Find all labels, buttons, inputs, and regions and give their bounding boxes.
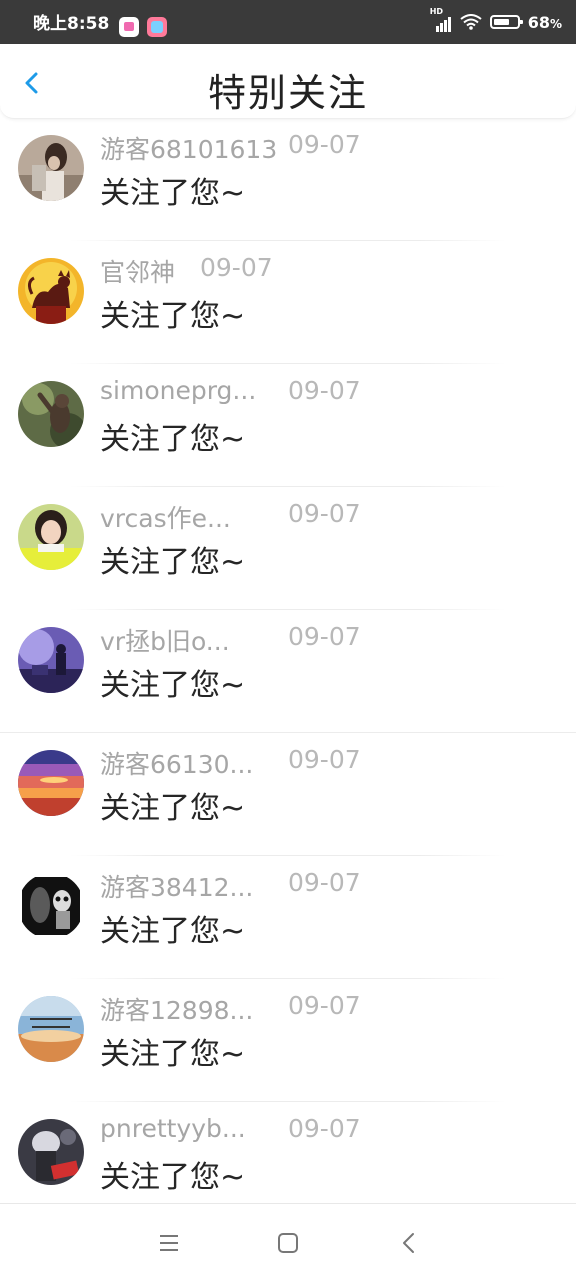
item-name: vr拯b旧o... xyxy=(100,627,230,656)
system-nav-bar xyxy=(0,1203,576,1281)
avatar[interactable] xyxy=(18,504,84,570)
item-date: 09-07 xyxy=(288,991,361,1020)
list-item[interactable]: 游客12898... 09-07 关注了您~ xyxy=(0,979,576,1102)
list-item[interactable]: 游客66130... 09-07 关注了您~ xyxy=(0,733,576,856)
avatar[interactable] xyxy=(18,750,84,816)
avatar[interactable] xyxy=(18,627,84,693)
home-button[interactable] xyxy=(273,1228,303,1258)
item-date: 09-07 xyxy=(288,622,361,651)
wifi-icon xyxy=(460,14,482,30)
item-name: vrcas作e... xyxy=(100,504,231,533)
network-label: HD xyxy=(429,7,444,16)
battery-percent: 68 xyxy=(527,12,550,32)
header: 特别关注 xyxy=(0,44,576,119)
item-date: 09-07 xyxy=(288,130,361,159)
menu-icon xyxy=(160,1235,178,1251)
item-date: 09-07 xyxy=(288,376,361,405)
menu-button[interactable] xyxy=(154,1228,184,1258)
item-date: 09-07 xyxy=(288,499,361,528)
list-item[interactable]: vrcas作e... 09-07 关注了您~ xyxy=(0,487,576,610)
item-message: 关注了您~ xyxy=(100,545,246,580)
item-name: 官邻神 xyxy=(100,258,176,287)
item-message: 关注了您~ xyxy=(100,668,246,703)
item-date: 09-07 xyxy=(288,868,361,897)
status-bar: 晚上8:58 HD 68% xyxy=(0,0,576,44)
signal-icon: HD xyxy=(430,7,452,32)
gallery-app-icon xyxy=(147,17,167,37)
item-name: 游客68101613 xyxy=(100,135,278,164)
list-item[interactable]: 游客68101613 09-07 关注了您~ xyxy=(0,118,576,241)
list-item[interactable]: 官邻神 09-07 关注了您~ xyxy=(0,241,576,364)
system-back-button[interactable] xyxy=(394,1228,424,1258)
avatar[interactable] xyxy=(18,258,84,324)
item-date: 09-07 xyxy=(288,745,361,774)
item-name: 游客12898... xyxy=(100,996,254,1025)
notes-app-icon xyxy=(119,17,139,37)
item-date: 09-07 xyxy=(288,1114,361,1143)
item-date: 09-07 xyxy=(200,253,273,282)
list-item[interactable]: vr拯b旧o... 09-07 关注了您~ xyxy=(0,610,576,733)
item-message: 关注了您~ xyxy=(100,1160,246,1195)
item-message: 关注了您~ xyxy=(100,914,246,949)
item-message: 关注了您~ xyxy=(100,791,246,826)
item-name: 游客38412... xyxy=(100,873,254,902)
battery-icon xyxy=(489,15,523,29)
item-message: 关注了您~ xyxy=(100,1037,246,1072)
item-message: 关注了您~ xyxy=(100,299,246,334)
avatar[interactable] xyxy=(18,135,84,201)
item-message: 关注了您~ xyxy=(100,422,246,457)
home-square-icon xyxy=(278,1233,298,1253)
item-message: 关注了您~ xyxy=(100,176,246,211)
page-title: 特别关注 xyxy=(207,71,368,115)
item-name: simoneprg... xyxy=(100,376,257,405)
list-item[interactable]: simoneprg... 09-07 关注了您~ xyxy=(0,364,576,487)
avatar[interactable] xyxy=(18,381,84,447)
battery-text: 68% xyxy=(528,13,562,32)
avatar[interactable] xyxy=(18,873,84,939)
avatar[interactable] xyxy=(18,996,84,1062)
item-name: 游客66130... xyxy=(100,750,254,779)
back-chevron-icon xyxy=(403,1233,414,1253)
avatar[interactable] xyxy=(18,1119,84,1185)
list-item[interactable]: 游客38412... 09-07 关注了您~ xyxy=(0,856,576,979)
status-time: 晚上8:58 xyxy=(33,14,110,34)
status-indicators: HD 68% xyxy=(430,7,562,34)
item-name: pnrettyyb... xyxy=(100,1114,246,1143)
battery-unit: % xyxy=(549,16,562,31)
